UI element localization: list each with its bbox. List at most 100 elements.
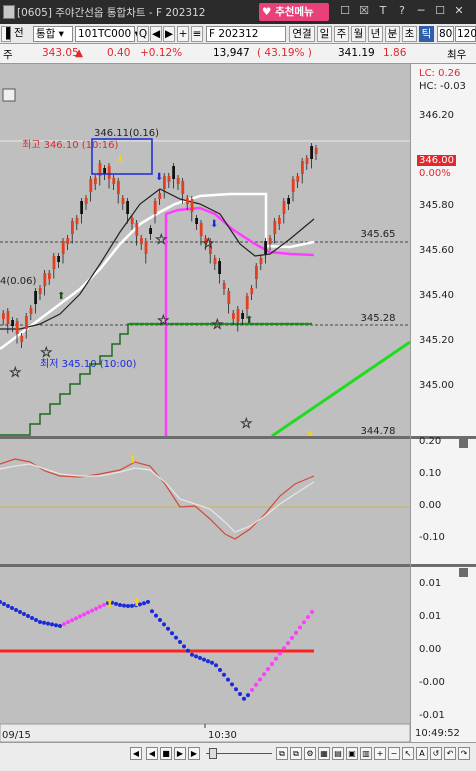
candle-body [135, 223, 139, 236]
period-minute[interactable]: 분 [385, 26, 400, 42]
name-input[interactable]: F 202312 [206, 26, 286, 42]
chart-canvas[interactable]: 346.11(0.16) 최고 346.10 (10:16) 4(0.06) 최… [0, 64, 410, 742]
scroll-left-icon[interactable]: ◀ [130, 747, 142, 760]
candle-body [227, 291, 231, 304]
zoom-out-icon[interactable]: ⧉ [276, 747, 288, 760]
current-pct-tag: 0.00% [419, 168, 451, 179]
candle-body [172, 166, 175, 179]
candle-body [241, 313, 244, 319]
signal-dot [274, 656, 278, 661]
signal-dot [154, 613, 158, 618]
window-tile-icon[interactable]: ☒ [357, 4, 371, 18]
pane-close-icon[interactable] [459, 439, 468, 448]
redo-icon[interactable]: ↷ [458, 747, 470, 760]
chart-icon[interactable]: ▥ [360, 747, 372, 760]
list-icon[interactable]: ≡ [191, 26, 203, 42]
axis-splitter [411, 564, 476, 567]
minimize-icon[interactable]: ─ [414, 4, 428, 18]
candle-body [84, 198, 88, 204]
grid-icon[interactable]: ▦ [318, 747, 330, 760]
zoom-in-icon[interactable]: + [374, 747, 386, 760]
signal-dot [302, 620, 306, 625]
candle-body [80, 201, 83, 214]
period-month[interactable]: 월 [351, 26, 366, 42]
search-button[interactable]: Q [137, 26, 149, 42]
price-axis[interactable]: LC: 0.26 HC: -0.03 346.20 346.00 0.00% 3… [410, 64, 476, 742]
chart-area[interactable]: 346.11(0.16) 최고 346.10 (10:16) 4(0.06) 최… [0, 64, 476, 742]
panel-toggle-icon[interactable]: ▐ [1, 26, 11, 42]
text-icon[interactable]: A [416, 747, 428, 760]
candle-body [181, 181, 185, 194]
signal-dot [98, 604, 102, 609]
count-input[interactable]: 80 [437, 26, 454, 42]
reset-icon[interactable]: ↺ [430, 747, 442, 760]
candle-body [144, 241, 148, 254]
zoom-slider-thumb[interactable] [209, 748, 217, 759]
signal-dot [142, 601, 146, 606]
signal-axis-label: -0.00 [419, 677, 445, 688]
settings-icon[interactable]: ⚙ [304, 747, 316, 760]
candle-body [107, 166, 111, 179]
down-arrow-icon: ⬇ [155, 172, 163, 183]
period-year[interactable]: 년 [368, 26, 383, 42]
link-button[interactable]: 연결 [289, 26, 315, 42]
copy-icon[interactable]: ⧉ [290, 747, 302, 760]
export-icon[interactable]: ▣ [346, 747, 358, 760]
signal-dot [210, 660, 214, 665]
plus-icon[interactable]: + [177, 26, 189, 42]
signal-dot [82, 612, 86, 617]
recommend-menu-button[interactable]: ♥ 추천메뉴 [259, 3, 329, 21]
up-arrow-icon: ⬆ [105, 597, 114, 610]
stop-icon[interactable]: ■ [160, 747, 172, 760]
play-icon[interactable]: ▶ [174, 747, 186, 760]
max-label: 최우 [447, 49, 467, 61]
period-second[interactable]: 초 [402, 26, 417, 42]
scroll-right-icon[interactable]: ▶ [188, 747, 200, 760]
oscillator-pane [0, 439, 410, 564]
pane-splitter[interactable] [0, 436, 410, 439]
signal-dot [114, 601, 118, 606]
star-icon: ☆ [240, 416, 253, 432]
pane-splitter[interactable] [0, 564, 410, 567]
signal-axis-label: 0.01 [419, 578, 442, 589]
signal-dot [206, 659, 210, 664]
maximize-icon[interactable]: ☐ [433, 4, 447, 18]
bottom-value-label: 344.78 [361, 426, 396, 437]
period-day[interactable]: 일 [317, 26, 332, 42]
window-restore-icon[interactable]: ☐ [338, 4, 352, 18]
font-icon[interactable]: T [376, 4, 390, 18]
signal-dot [246, 693, 250, 698]
down-arrow-icon: ⬇ [116, 154, 124, 165]
pointer-icon[interactable]: ↖ [402, 747, 414, 760]
volume: 13,947 [213, 47, 250, 59]
undo-icon[interactable]: ↶ [444, 747, 456, 760]
signal-dot [90, 608, 94, 613]
other-price: 341.19 [338, 47, 375, 59]
osc-axis-label: 0.20 [419, 436, 442, 447]
signal-axis-label: 0.01 [419, 611, 442, 622]
candle-body [48, 273, 51, 279]
signal-dot [218, 668, 222, 672]
candle-body [314, 148, 318, 154]
pane-menu-icon[interactable] [2, 88, 16, 102]
extra-input[interactable]: 120 [455, 26, 476, 42]
lock-icon[interactable]: ▤ [332, 747, 344, 760]
up-arrow-icon: ⬆ [132, 596, 141, 609]
close-icon[interactable]: ✕ [452, 4, 466, 18]
signal-dot [270, 661, 274, 666]
signal-dot [94, 606, 98, 611]
mode-select[interactable]: 통합 ▾ [33, 26, 73, 42]
play-back-icon[interactable]: ◀ [146, 747, 158, 760]
signal-dot [290, 635, 294, 640]
pane-close-icon[interactable] [459, 568, 468, 577]
help-icon[interactable]: ? [395, 4, 409, 18]
hc-label: HC: -0.03 [419, 81, 466, 92]
next-code-icon[interactable]: ▶ [163, 26, 175, 42]
period-tick[interactable]: 틱 [419, 26, 434, 42]
up-arrow-icon: ⬆ [128, 453, 137, 466]
prev-code-icon[interactable]: ◀ [150, 26, 162, 42]
zoom-minus-icon[interactable]: − [388, 747, 400, 760]
period-week[interactable]: 주 [334, 26, 349, 42]
code-input[interactable]: 101TC000 ▾ [75, 26, 140, 42]
signal-dot [310, 609, 314, 614]
